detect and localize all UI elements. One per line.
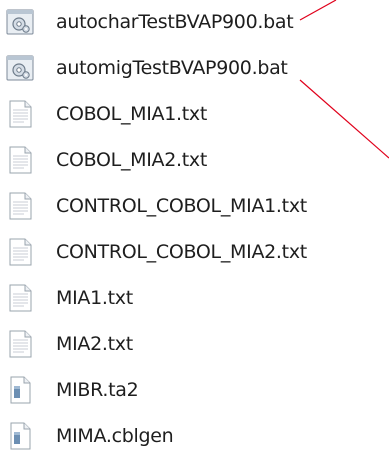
batch-file-icon xyxy=(4,52,36,84)
batch-file-icon xyxy=(4,6,36,38)
list-item[interactable]: autocharTestBVAP900.bat xyxy=(4,4,294,40)
text-file-icon xyxy=(4,282,36,314)
list-item[interactable]: automigTestBVAP900.bat xyxy=(4,50,288,86)
file-list: autocharTestBVAP900.bat automigTestBVAP9… xyxy=(0,0,389,456)
generic-file-icon xyxy=(4,374,36,406)
list-item[interactable]: CONTROL_COBOL_MIA2.txt xyxy=(4,234,307,270)
list-item[interactable]: MIA2.txt xyxy=(4,326,133,362)
file-name: MIA2.txt xyxy=(56,333,133,355)
list-item[interactable]: COBOL_MIA2.txt xyxy=(4,142,207,178)
file-name: automigTestBVAP900.bat xyxy=(56,57,288,79)
file-name: MIBR.ta2 xyxy=(56,379,139,401)
file-name: autocharTestBVAP900.bat xyxy=(56,11,294,33)
list-item[interactable]: COBOL_MIA1.txt xyxy=(4,96,207,132)
text-file-icon xyxy=(4,236,36,268)
generic-file-icon xyxy=(4,420,36,452)
list-item[interactable]: MIA1.txt xyxy=(4,280,133,316)
text-file-icon xyxy=(4,328,36,360)
file-name: MIMA.cblgen xyxy=(56,425,174,447)
file-name: CONTROL_COBOL_MIA2.txt xyxy=(56,241,307,263)
text-file-icon xyxy=(4,98,36,130)
list-item[interactable]: MIBR.ta2 xyxy=(4,372,139,408)
text-file-icon xyxy=(4,144,36,176)
file-name: COBOL_MIA2.txt xyxy=(56,149,208,171)
list-item[interactable]: MIMA.cblgen xyxy=(4,418,174,454)
text-file-icon xyxy=(4,190,36,222)
file-name: MIA1.txt xyxy=(56,287,133,309)
list-item[interactable]: CONTROL_COBOL_MIA1.txt xyxy=(4,188,307,224)
file-name: CONTROL_COBOL_MIA1.txt xyxy=(56,195,307,217)
file-name: COBOL_MIA1.txt xyxy=(56,103,208,125)
